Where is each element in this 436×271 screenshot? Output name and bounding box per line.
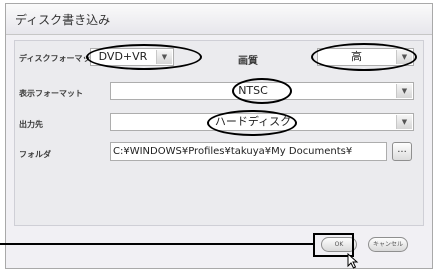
settings-panel: ディスクフォーマット DVD+VR ▼ 画質 高 ▼ 表示フォーマット NTSC… (14, 40, 424, 226)
display-format-label: 表示フォーマット (19, 89, 83, 98)
folder-label: フォルダ (19, 150, 51, 159)
callout-line (0, 243, 315, 245)
highlight-display-format (232, 78, 292, 104)
disc-write-dialog: ディスク書き込み ディスクフォーマット DVD+VR ▼ 画質 高 ▼ 表示フォ… (5, 3, 433, 269)
folder-path-input[interactable]: C:¥WINDOWS¥Profiles¥takuya¥My Documents¥ (110, 142, 387, 161)
highlight-quality (311, 43, 417, 71)
chevron-down-icon[interactable]: ▼ (396, 84, 412, 98)
dialog-title: ディスク書き込み (15, 13, 111, 27)
highlight-output (207, 110, 297, 136)
browse-folder-button[interactable]: ... (392, 142, 412, 161)
chevron-down-icon[interactable]: ▼ (396, 115, 412, 129)
output-label: 出力先 (19, 120, 43, 129)
title-bar: ディスク書き込み (6, 4, 432, 35)
quality-label: 画質 (238, 56, 258, 67)
cancel-button[interactable]: キャンセル (368, 237, 408, 252)
highlight-disc-format (86, 44, 202, 70)
mouse-pointer-icon (347, 253, 359, 269)
